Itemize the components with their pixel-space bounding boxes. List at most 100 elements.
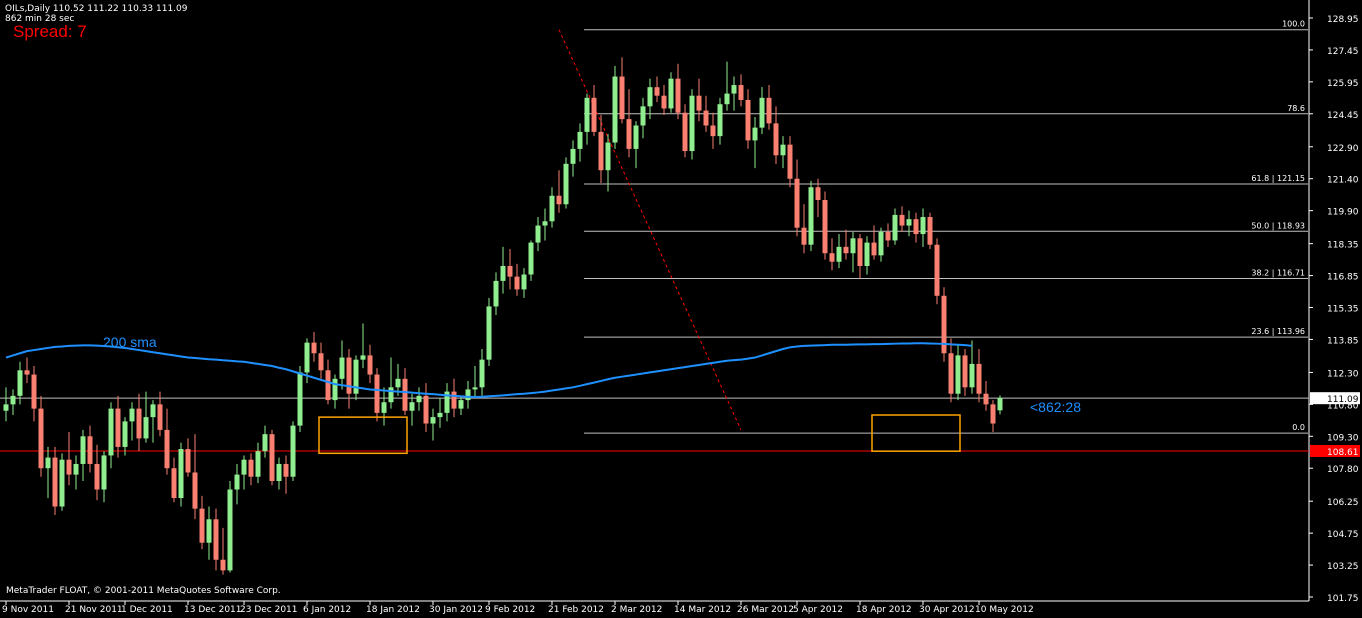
x-tick-label: 13 Dec 2011 <box>184 605 242 615</box>
candle-body <box>115 408 121 447</box>
y-tick-label: 109.30 <box>1327 433 1359 443</box>
candle-body <box>542 221 548 226</box>
candle-body <box>367 355 373 375</box>
candle-body <box>703 110 709 126</box>
candle-body <box>339 357 345 379</box>
x-tick-label: 18 Jan 2012 <box>366 605 420 615</box>
candle-body <box>304 342 310 373</box>
candle-body <box>591 97 597 132</box>
x-tick-label: 18 Apr 2012 <box>856 605 912 615</box>
y-tick-label: 122.90 <box>1327 144 1359 154</box>
candle-body <box>836 246 842 262</box>
candle-body <box>556 195 562 205</box>
candle-body <box>584 97 590 132</box>
candle-body <box>787 144 793 179</box>
candle-body <box>227 489 233 571</box>
y-tick-label: 101.75 <box>1327 594 1359 604</box>
candle-body <box>689 95 695 152</box>
candle-body <box>241 459 247 475</box>
y-tick-label: 128.95 <box>1327 15 1359 25</box>
symbol-ohlc-line: OILs,Daily 110.52 111.22 110.33 111.09 <box>5 4 188 14</box>
candle-body <box>871 242 877 256</box>
candle-body <box>633 125 639 149</box>
y-tick-label: 124.45 <box>1327 111 1359 121</box>
x-tick-label: 30 Apr 2012 <box>919 605 975 615</box>
candle-body <box>990 404 996 424</box>
candle-body <box>465 389 471 401</box>
candle-body <box>136 408 142 439</box>
candle-body <box>157 404 163 430</box>
candle-body <box>206 519 212 543</box>
candle-body <box>997 398 1003 411</box>
candle-body <box>843 246 849 254</box>
candle-body <box>52 457 58 507</box>
fib-level-label: 61.8 | 121.15 <box>1251 174 1305 183</box>
candle-body <box>808 187 814 245</box>
candle-body <box>185 449 191 473</box>
candle-body <box>794 178 800 228</box>
candle-body <box>962 355 968 388</box>
y-tick-label: 127.45 <box>1327 47 1359 57</box>
candle-body <box>346 357 352 394</box>
candle-body <box>192 472 198 509</box>
candle-body <box>486 306 492 360</box>
x-tick-label: 21 Feb 2012 <box>548 605 604 615</box>
candle-body <box>10 395 16 405</box>
candle-body <box>479 359 485 388</box>
candle-body <box>234 474 240 490</box>
x-tick-label: 26 Mar 2012 <box>737 605 794 615</box>
candle-body <box>605 142 611 171</box>
candle-body <box>913 219 919 235</box>
y-tick-label: 106.25 <box>1327 498 1359 508</box>
candle-body <box>213 519 219 560</box>
candle-body <box>311 342 317 354</box>
candle-body <box>731 85 737 94</box>
candle-body <box>850 238 856 254</box>
spread-label: Spread: 7 <box>13 22 87 41</box>
candle-body <box>269 434 275 481</box>
y-tick-label: 113.85 <box>1327 336 1359 346</box>
y-tick-label: 115.35 <box>1327 305 1359 315</box>
ask-price-text: 108.61 <box>1327 448 1359 458</box>
candle-body <box>577 131 583 149</box>
candle-body <box>45 457 51 469</box>
candle-body <box>255 451 261 477</box>
price-chart[interactable]: 128.95 127.45 125.95 124.45 122.90 121.40 119.… <box>0 0 1362 618</box>
candle-body <box>87 436 93 464</box>
candle-body <box>920 217 926 235</box>
x-tick-label: 30 Jan 2012 <box>429 605 483 615</box>
candle-body <box>199 508 205 543</box>
candle-body <box>297 372 303 426</box>
candle-body <box>325 370 331 401</box>
candle-body <box>668 78 674 109</box>
x-tick-label: 14 Mar 2012 <box>674 605 731 615</box>
candle-body <box>17 370 23 396</box>
y-tick-label: 112.30 <box>1327 369 1359 379</box>
bid-price-text: 111.09 <box>1327 395 1359 405</box>
fib-level-label: 78.6 <box>1287 104 1305 113</box>
x-tick-label: 9 Feb 2012 <box>485 605 535 615</box>
y-tick-label: 104.75 <box>1327 530 1359 540</box>
x-tick-label: 10 May 2012 <box>975 605 1034 615</box>
x-tick-label: 5 Apr 2012 <box>793 605 843 615</box>
candle-body <box>829 253 835 262</box>
candle-body <box>535 225 541 243</box>
candle-body <box>654 87 660 96</box>
candle-body <box>976 363 982 394</box>
y-tick-label: 103.25 <box>1327 562 1359 572</box>
candle-body <box>528 242 534 275</box>
y-tick-label: 118.35 <box>1327 241 1359 251</box>
candle-body <box>409 402 415 411</box>
candle-body <box>934 244 940 296</box>
candle-body <box>24 370 30 375</box>
fib-level-label: 0.0 <box>1292 423 1305 432</box>
fib-level-label: 38.2 | 116.71 <box>1251 269 1305 278</box>
candle-body <box>507 265 513 277</box>
candle-body <box>815 187 821 201</box>
candle-body <box>899 214 905 226</box>
candle-body <box>129 408 135 422</box>
candle-body <box>290 425 296 477</box>
candle-body <box>766 97 772 124</box>
candle-body <box>3 404 9 411</box>
y-tick-label: 121.40 <box>1327 176 1359 186</box>
